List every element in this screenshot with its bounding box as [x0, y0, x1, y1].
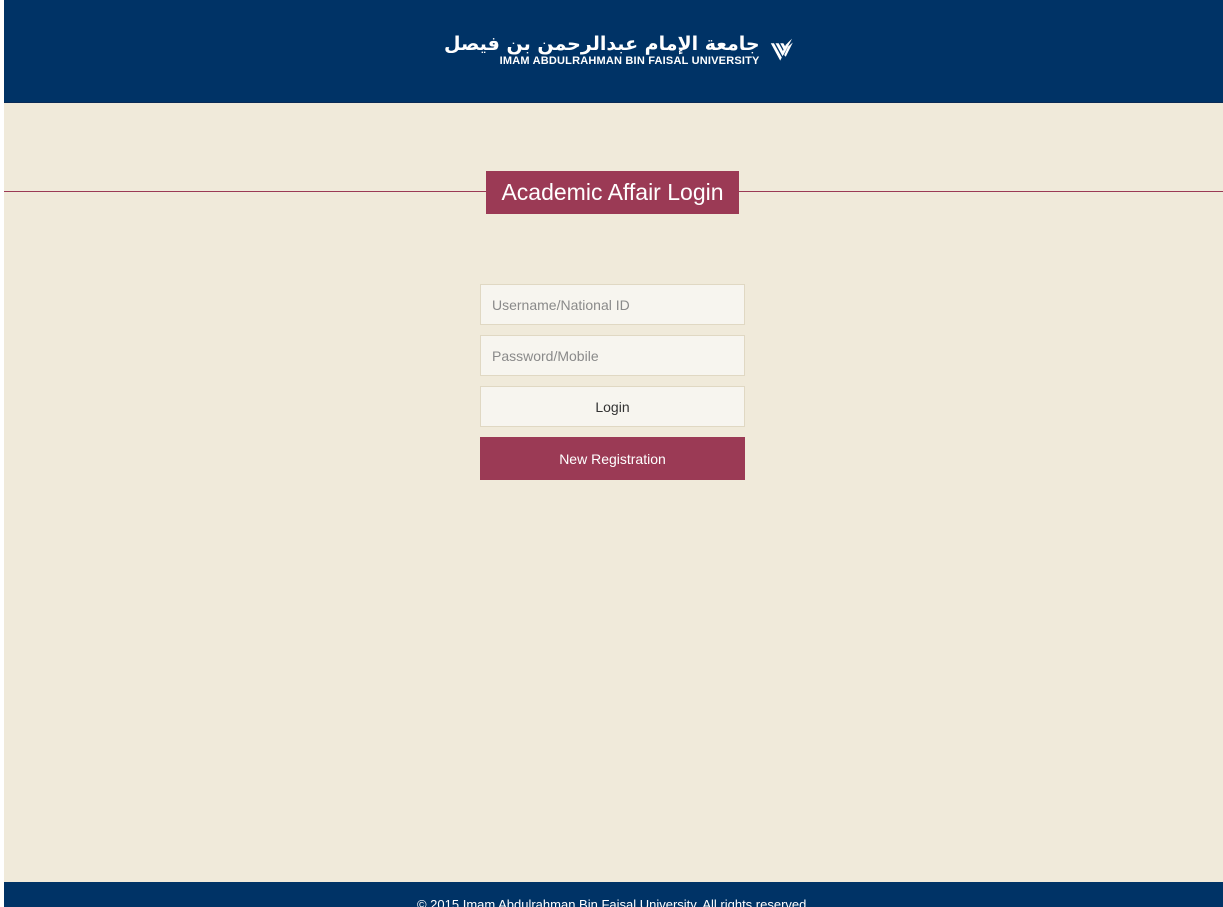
new-registration-button[interactable]: New Registration: [480, 437, 745, 480]
footer-copyright: © 2015 Imam Abdulrahman Bin Faisal Unive…: [416, 897, 810, 907]
page-title: Academic Affair Login: [486, 171, 739, 214]
university-logo[interactable]: جامعة الإمام عبدالرحمن بن فيصل IMAM ABDU…: [444, 16, 794, 84]
username-input[interactable]: [480, 284, 745, 325]
login-button[interactable]: Login: [480, 386, 745, 427]
footer: © 2015 Imam Abdulrahman Bin Faisal Unive…: [4, 882, 1223, 907]
logo-arabic-name: جامعة الإمام عبدالرحمن بن فيصل: [444, 32, 760, 55]
logo-english-name: IMAM ABDULRAHMAN BIN FAISAL UNIVERSITY: [499, 54, 760, 67]
header: جامعة الإمام عبدالرحمن بن فيصل IMAM ABDU…: [4, 0, 1223, 103]
university-logo-icon: [770, 38, 793, 61]
page-frame: جامعة الإمام عبدالرحمن بن فيصل IMAM ABDU…: [4, 0, 1223, 907]
logo-text: جامعة الإمام عبدالرحمن بن فيصل IMAM ABDU…: [444, 33, 760, 68]
password-input[interactable]: [480, 335, 745, 376]
